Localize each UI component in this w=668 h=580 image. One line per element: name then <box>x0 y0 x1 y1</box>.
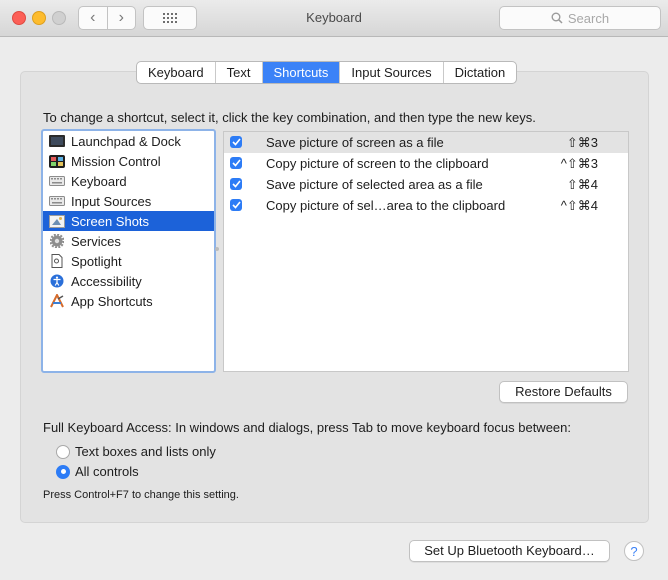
category-label: Keyboard <box>71 173 127 189</box>
category-label: Screen Shots <box>71 213 150 229</box>
category-label: Services <box>71 233 121 249</box>
category-label: Mission Control <box>71 153 161 169</box>
accessibility-icon <box>49 274 65 288</box>
radio-label: All controls <box>75 464 139 479</box>
checkmark-icon <box>231 180 241 188</box>
shortcut-row[interactable]: Save picture of selected area as a file … <box>224 174 628 195</box>
shortcut-checkbox[interactable] <box>230 157 242 169</box>
radio-label: Text boxes and lists only <box>75 444 216 459</box>
launchpad-icon <box>49 134 65 148</box>
search-field[interactable]: Search <box>499 6 661 30</box>
shortcut-label: Save picture of selected area as a file <box>266 177 483 192</box>
shortcut-checkbox[interactable] <box>230 199 242 211</box>
shortcut-label: Save picture of screen as a file <box>266 135 444 150</box>
mission-control-icon <box>49 154 65 168</box>
tab-text[interactable]: Text <box>216 62 263 83</box>
shortcut-key[interactable]: ^⇧⌘3 <box>561 156 598 172</box>
shortcut-label: Copy picture of sel…area to the clipboar… <box>266 198 506 213</box>
tab-bar: Keyboard Text Shortcuts Input Sources Di… <box>136 61 518 84</box>
shortcut-row[interactable]: Save picture of screen as a file ⇧⌘3 <box>224 132 628 153</box>
split-view-divider[interactable] <box>215 247 219 251</box>
help-button[interactable]: ? <box>624 541 644 561</box>
radio-all-controls[interactable]: All controls <box>56 464 139 479</box>
document-icon <box>49 254 65 268</box>
keyboard-icon <box>49 194 65 208</box>
category-spotlight[interactable]: Spotlight <box>43 251 214 271</box>
shortcut-checkbox[interactable] <box>230 136 242 148</box>
question-mark-icon: ? <box>630 543 638 559</box>
full-keyboard-access-label: Full Keyboard Access: In windows and dia… <box>43 420 571 435</box>
category-label: Accessibility <box>71 273 142 289</box>
tab-dictation[interactable]: Dictation <box>444 62 517 83</box>
checkmark-icon <box>231 201 241 209</box>
set-up-bluetooth-keyboard-button[interactable]: Set Up Bluetooth Keyboard… <box>409 540 610 562</box>
category-launchpad-dock[interactable]: Launchpad & Dock <box>43 131 214 151</box>
category-label: Launchpad & Dock <box>71 133 181 149</box>
shortcut-row[interactable]: Copy picture of sel…area to the clipboar… <box>224 195 628 216</box>
category-list: Launchpad & Dock Mission Control Keyboar… <box>41 129 216 373</box>
category-label: Input Sources <box>71 193 152 209</box>
search-icon <box>551 12 563 24</box>
category-services[interactable]: Services <box>43 231 214 251</box>
shortcut-label: Copy picture of screen to the clipboard <box>266 156 489 171</box>
radio-text-boxes-and-lists[interactable]: Text boxes and lists only <box>56 444 216 459</box>
tab-shortcuts[interactable]: Shortcuts <box>262 62 341 83</box>
keyboard-icon <box>49 174 65 188</box>
restore-defaults-button[interactable]: Restore Defaults <box>499 381 628 403</box>
tab-keyboard[interactable]: Keyboard <box>137 62 216 83</box>
shortcut-checkbox[interactable] <box>230 178 242 190</box>
category-label: Spotlight <box>71 253 122 269</box>
shortcut-row[interactable]: Copy picture of screen to the clipboard … <box>224 153 628 174</box>
shortcut-key[interactable]: ⇧⌘3 <box>567 135 598 151</box>
app-store-icon <box>49 294 65 308</box>
search-placeholder: Search <box>567 10 610 26</box>
gear-icon <box>49 234 65 248</box>
tab-input-sources[interactable]: Input Sources <box>340 62 444 83</box>
instruction-text: To change a shortcut, select it, click t… <box>43 110 536 125</box>
category-accessibility[interactable]: Accessibility <box>43 271 214 291</box>
shortcut-list: Save picture of screen as a file ⇧⌘3 Cop… <box>223 131 629 372</box>
category-label: App Shortcuts <box>71 293 153 309</box>
category-screen-shots[interactable]: Screen Shots <box>43 211 214 231</box>
checkmark-icon <box>231 138 241 146</box>
category-input-sources[interactable]: Input Sources <box>43 191 214 211</box>
radio-button[interactable] <box>56 444 70 459</box>
radio-button[interactable] <box>56 464 70 479</box>
shortcut-key[interactable]: ^⇧⌘4 <box>561 198 598 214</box>
category-keyboard[interactable]: Keyboard <box>43 171 214 191</box>
screenshot-icon <box>49 214 65 228</box>
category-mission-control[interactable]: Mission Control <box>43 151 214 171</box>
checkmark-icon <box>231 159 241 167</box>
title-bar: ‹ › Keyboard Search <box>0 0 668 37</box>
hint-text: Press Control+F7 to change this setting. <box>43 489 239 501</box>
category-app-shortcuts[interactable]: App Shortcuts <box>43 291 214 311</box>
shortcut-key[interactable]: ⇧⌘4 <box>567 177 598 193</box>
